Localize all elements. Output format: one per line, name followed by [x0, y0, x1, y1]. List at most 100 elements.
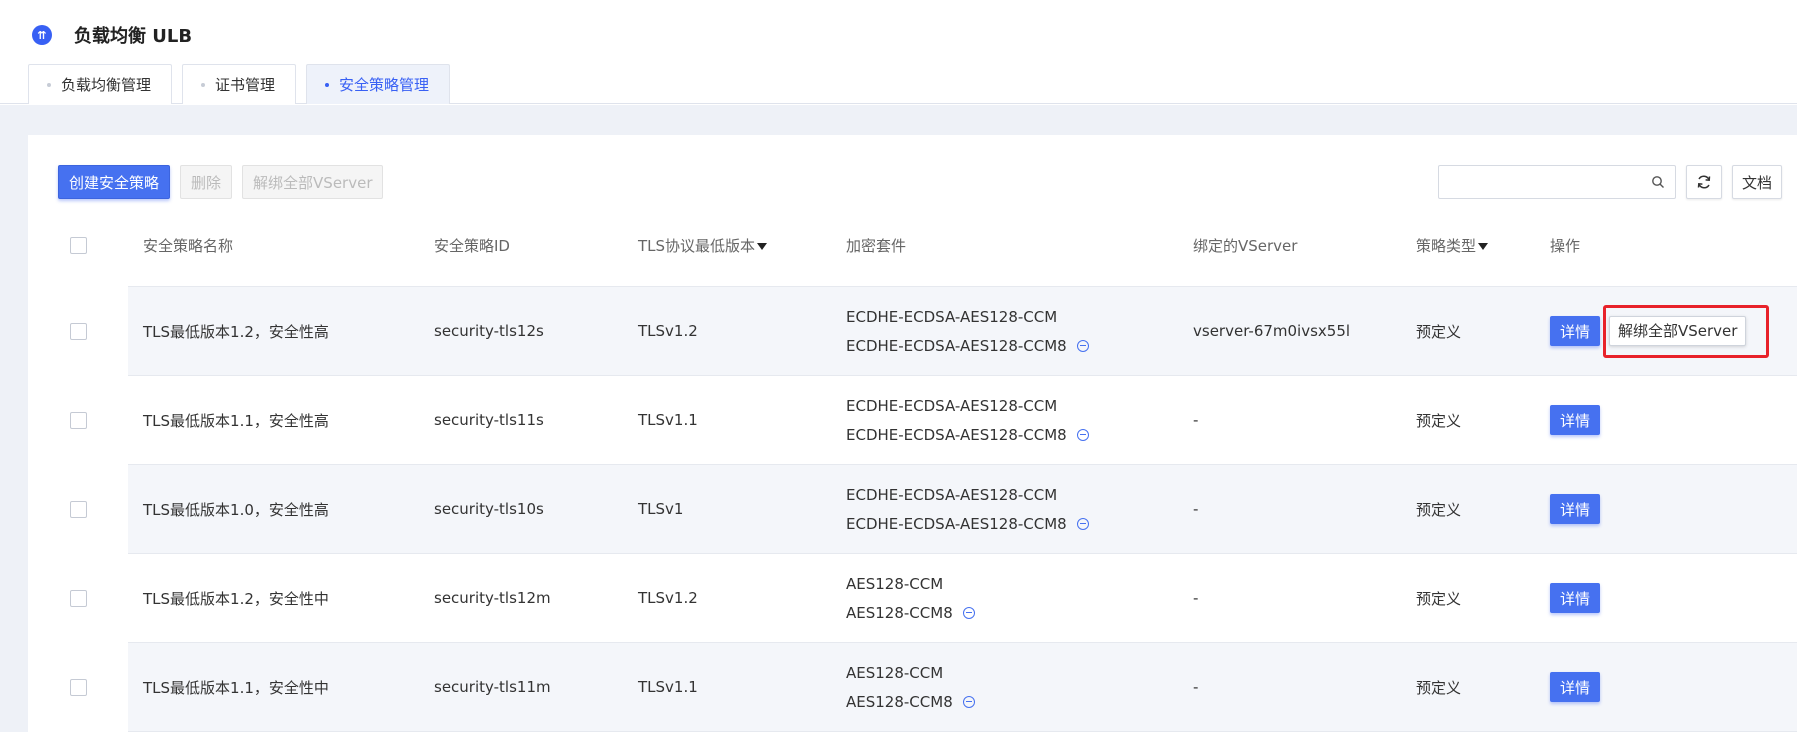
tab-label: 负载均衡管理 [61, 76, 152, 94]
cipher-item: ECDHE-ECDSA-AES128-CCM [846, 307, 1058, 326]
col-header-vserver: 绑定的VServer [1193, 237, 1298, 255]
policy-name: TLS最低版本1.1，安全性高 [143, 411, 329, 430]
ulb-logo-icon: ⇈ [32, 25, 52, 45]
cipher-item: ECDHE-ECDSA-AES128-CCM8 [846, 514, 1067, 533]
row-actions: 详情 [1535, 405, 1785, 435]
tls-version: TLSv1 [638, 500, 684, 518]
policy-name: TLS最低版本1.0，安全性高 [143, 500, 329, 519]
cipher-item: AES128-CCM8 [846, 603, 953, 622]
row-checkbox[interactable] [70, 590, 87, 607]
filter-icon[interactable] [1478, 243, 1489, 250]
policy-name: TLS最低版本1.2，安全性中 [143, 589, 329, 608]
table-header: 安全策略名称 安全策略ID TLS协议最低版本 加密套件 绑定的VServer … [70, 205, 1797, 287]
table-row: TLS最低版本1.2，安全性中 security-tls12m TLSv1.2 … [70, 554, 1797, 643]
cipher-suite: ECDHE-ECDSA-AES128-CCM ECDHE-ECDSA-AES12… [831, 302, 1178, 360]
cipher-suite: ECDHE-ECDSA-AES128-CCM ECDHE-ECDSA-AES12… [831, 480, 1178, 538]
policy-card: 创建安全策略 删除 解绑全部VServer 文档 安全策略名称 安全策略ID T… [28, 135, 1797, 735]
docs-button[interactable]: 文档 [1732, 165, 1782, 199]
tab-dot-icon [201, 82, 206, 87]
unbind-all-vserver-button[interactable]: 解绑全部VServer [242, 165, 384, 199]
app-header: ⇈ 负载均衡 ULB 负载均衡管理 证书管理 安全策略管理 [0, 0, 1797, 104]
row-checkbox[interactable] [70, 501, 87, 518]
policy-name: TLS最低版本1.1，安全性中 [143, 678, 329, 697]
row-actions: 详情 [1535, 494, 1785, 524]
policy-id: security-tls11s [434, 411, 544, 429]
collapse-icon[interactable] [1076, 339, 1089, 352]
col-header-name: 安全策略名称 [143, 237, 234, 255]
right-tools: 文档 [1438, 165, 1782, 199]
detail-button[interactable]: 详情 [1550, 316, 1600, 346]
collapse-icon[interactable] [1076, 517, 1089, 530]
search-icon[interactable] [1651, 175, 1665, 189]
create-policy-button[interactable]: 创建安全策略 [58, 165, 171, 199]
detail-button[interactable]: 详情 [1550, 583, 1600, 613]
policy-type: 预定义 [1416, 322, 1462, 341]
table-row: TLS最低版本1.1，安全性高 security-tls11s TLSv1.1 … [70, 376, 1797, 465]
cipher-item: ECDHE-ECDSA-AES128-CCM8 [846, 336, 1067, 355]
page-title: 负载均衡 ULB [74, 26, 193, 47]
collapse-icon[interactable] [962, 606, 975, 619]
detail-button[interactable]: 详情 [1550, 405, 1600, 435]
bound-vserver: - [1193, 678, 1199, 696]
delete-button[interactable]: 删除 [180, 165, 233, 199]
row-checkbox[interactable] [70, 323, 87, 340]
detail-button[interactable]: 详情 [1550, 672, 1600, 702]
cipher-item: AES128-CCM [846, 663, 944, 682]
col-header-type: 策略类型 [1401, 235, 1535, 256]
unbind-vserver-button[interactable]: 解绑全部VServer [1609, 315, 1747, 346]
tab-load-balancer[interactable]: 负载均衡管理 [28, 64, 173, 104]
filter-icon[interactable] [757, 243, 768, 250]
tls-version: TLSv1.1 [638, 411, 698, 429]
cipher-item: ECDHE-ECDSA-AES128-CCM8 [846, 425, 1067, 444]
toolbar: 创建安全策略 删除 解绑全部VServer [58, 165, 393, 199]
detail-button[interactable]: 详情 [1550, 494, 1600, 524]
col-header-cipher: 加密套件 [846, 237, 907, 255]
policy-id: security-tls10s [434, 500, 544, 518]
refresh-icon [1697, 175, 1711, 189]
cipher-item: AES128-CCM [846, 574, 944, 593]
tls-version: TLSv1.1 [638, 678, 698, 696]
bound-vserver: vserver-67m0ivsx55l [1193, 322, 1351, 340]
cipher-item: ECDHE-ECDSA-AES128-CCM [846, 396, 1058, 415]
brand: ⇈ 负载均衡 ULB [32, 22, 192, 48]
bound-vserver: - [1193, 500, 1199, 518]
policy-id: security-tls12m [434, 589, 551, 607]
tab-dot-icon [325, 82, 330, 87]
cipher-suite: ECDHE-ECDSA-AES128-CCM ECDHE-ECDSA-AES12… [831, 391, 1178, 449]
policy-table: 安全策略名称 安全策略ID TLS协议最低版本 加密套件 绑定的VServer … [58, 205, 1797, 732]
select-all-checkbox[interactable] [70, 237, 87, 254]
table-row: TLS最低版本1.1，安全性中 security-tls11m TLSv1.1 … [70, 643, 1797, 732]
policy-name: TLS最低版本1.2，安全性高 [143, 322, 329, 341]
row-checkbox[interactable] [70, 679, 87, 696]
tab-label: 证书管理 [215, 76, 276, 94]
row-checkbox[interactable] [70, 412, 87, 429]
bound-vserver: - [1193, 589, 1199, 607]
policy-type: 预定义 [1416, 589, 1462, 608]
collapse-icon[interactable] [962, 695, 975, 708]
table-row: TLS最低版本1.2，安全性高 security-tls12s TLSv1.2 … [70, 287, 1797, 376]
refresh-button[interactable] [1686, 165, 1722, 199]
col-header-tls: TLS协议最低版本 [623, 235, 831, 256]
tab-security-policies[interactable]: 安全策略管理 [306, 64, 451, 104]
row-actions: 详情 解绑全部VServer [1535, 304, 1785, 358]
col-header-tls-label: TLS协议最低版本 [638, 237, 756, 255]
collapse-icon[interactable] [1076, 428, 1089, 441]
policy-id: security-tls11m [434, 678, 551, 696]
search-box [1438, 165, 1676, 199]
col-header-ops: 操作 [1550, 237, 1581, 255]
bound-vserver: - [1193, 411, 1199, 429]
policy-type: 预定义 [1416, 678, 1462, 697]
tls-version: TLSv1.2 [638, 322, 698, 340]
search-input[interactable] [1439, 166, 1639, 198]
highlight-box: 解绑全部VServer [1603, 304, 1770, 358]
policy-id: security-tls12s [434, 322, 544, 340]
tab-certificates[interactable]: 证书管理 [182, 64, 297, 104]
tab-bar: 负载均衡管理 证书管理 安全策略管理 [28, 64, 460, 104]
cipher-item: AES128-CCM8 [846, 692, 953, 711]
cipher-suite: AES128-CCM AES128-CCM8 [831, 658, 1178, 716]
row-actions: 详情 [1535, 672, 1785, 702]
content-area: 创建安全策略 删除 解绑全部VServer 文档 安全策略名称 安全策略ID T… [0, 105, 1797, 735]
policy-type: 预定义 [1416, 500, 1462, 519]
tab-dot-icon [47, 82, 51, 87]
col-header-id: 安全策略ID [434, 237, 510, 255]
